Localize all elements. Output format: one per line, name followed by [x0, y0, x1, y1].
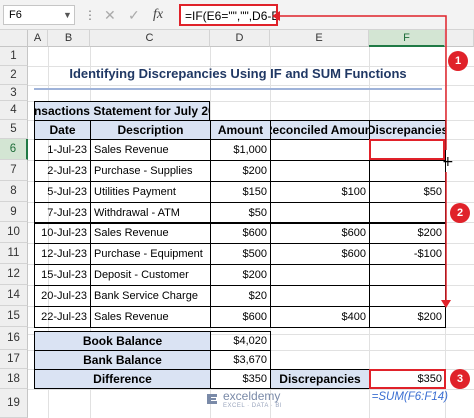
step-badge-1: 1	[448, 51, 468, 71]
step-badge-3: 3	[450, 369, 470, 389]
arrow-head-2	[441, 300, 451, 308]
arrow-head-1	[272, 11, 280, 21]
step-badge-2: 2	[450, 203, 470, 223]
arrow-path-1	[280, 15, 447, 150]
fill-handle-icon: +	[442, 154, 454, 170]
annotation-overlay: +	[272, 11, 454, 308]
